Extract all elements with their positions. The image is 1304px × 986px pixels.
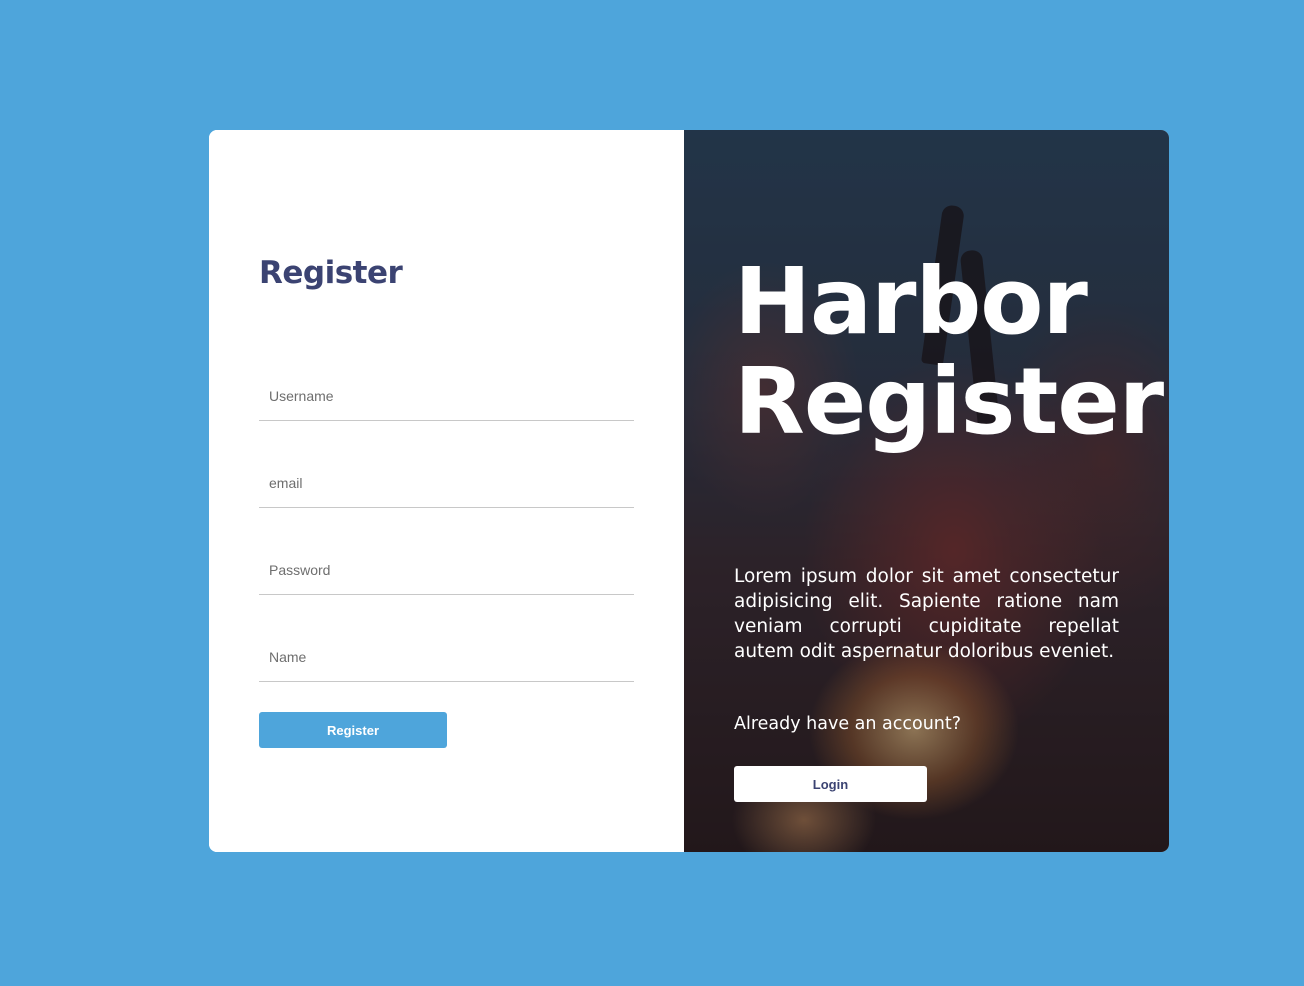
name-input[interactable] (259, 632, 634, 682)
hero-panel: Harbor Register Lorem ipsum dolor sit am… (684, 130, 1169, 852)
form-title: Register (259, 255, 403, 291)
password-input[interactable] (259, 545, 634, 595)
hero-content: Harbor Register Lorem ipsum dolor sit am… (684, 130, 1169, 852)
hero-title-line2: Register (734, 348, 1164, 455)
hero-title: Harbor Register (734, 248, 1164, 455)
hero-title-line1: Harbor (734, 248, 1088, 355)
already-have-account-text: Already have an account? (734, 714, 962, 734)
register-button[interactable]: Register (259, 712, 447, 748)
email-input[interactable] (259, 458, 634, 508)
username-input[interactable] (259, 371, 634, 421)
register-form-panel: Register Register (209, 130, 684, 852)
hero-description: Lorem ipsum dolor sit amet consectetur a… (734, 566, 1119, 662)
register-card: Register Register Harbor Register Lorem … (209, 130, 1169, 852)
login-button[interactable]: Login (734, 766, 927, 802)
